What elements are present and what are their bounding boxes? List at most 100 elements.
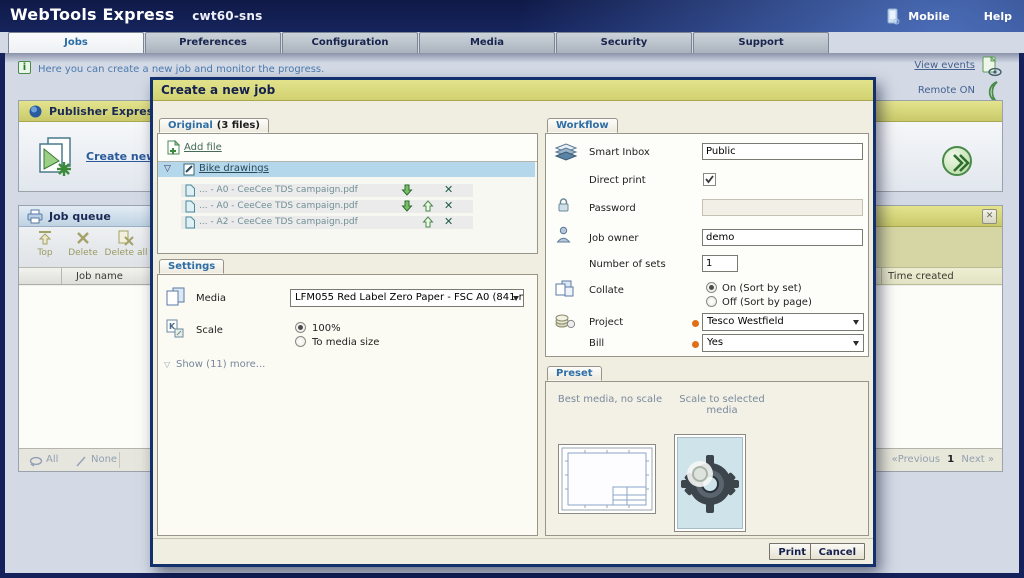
delete-button[interactable]: Delete	[65, 230, 101, 258]
top-icon	[36, 230, 54, 246]
drawings-icon	[183, 163, 196, 176]
collate-label: Collate	[589, 285, 624, 296]
move-down-icon[interactable]	[401, 200, 413, 212]
delete-all-icon	[117, 230, 135, 246]
move-up-icon[interactable]	[422, 216, 434, 228]
file-list: ▽ Bike drawings ... - A0 - CeeCee TDS ca…	[158, 161, 537, 253]
password-label: Password	[589, 203, 636, 214]
tab-jobs[interactable]: Jobs	[8, 32, 144, 53]
delete-all-button[interactable]: Delete all	[103, 230, 149, 258]
tree-collapse-icon[interactable]: ▽	[164, 164, 171, 174]
lock-icon	[557, 198, 570, 213]
media-select[interactable]: LFM055 Red Label Zero Paper - FSC A0 (84…	[290, 289, 524, 307]
top-bar: WebTools Express cwt60-sns Mobile Help	[0, 0, 1024, 32]
preset-option1-label: Best media, no scale	[550, 394, 670, 405]
preset-best-media-thumbnail[interactable]	[558, 444, 656, 514]
app-brand: WebTools Express cwt60-sns	[10, 5, 262, 24]
select-none-link[interactable]: None	[91, 454, 117, 465]
app-title: WebTools Express	[10, 5, 174, 24]
remote-toggle-label[interactable]: Remote ON	[918, 85, 975, 96]
move-down-icon[interactable]	[401, 184, 413, 196]
publisher-panel-title: Publisher Express	[49, 105, 160, 118]
file-group-row[interactable]: ▽ Bike drawings	[158, 162, 535, 177]
file-group-link[interactable]: Bike drawings	[199, 163, 269, 174]
page: WebTools Express cwt60-sns Mobile Help J…	[0, 0, 1024, 578]
scale-100-radio[interactable]	[295, 322, 306, 333]
file-row[interactable]: ... - A2 - CeeCee TDS campaign.pdf ✕	[181, 216, 473, 229]
user-icon	[556, 226, 571, 243]
file-name: ... - A0 - CeeCee TDS campaign.pdf	[199, 201, 358, 211]
scale-label: Scale	[196, 325, 223, 336]
dialog-body: Original(3 files) Add file ▽ Bike drawin…	[153, 101, 873, 538]
job-queue-title: Job queue	[49, 210, 111, 223]
media-label: Media	[196, 293, 226, 304]
scale-fit-label: To media size	[312, 337, 379, 348]
preset-section-tab: Preset	[547, 366, 602, 381]
tab-configuration[interactable]: Configuration	[282, 32, 418, 53]
remove-file-icon[interactable]: ✕	[444, 183, 453, 196]
forward-icon[interactable]	[942, 146, 972, 176]
tab-preferences[interactable]: Preferences	[145, 32, 281, 53]
next-page-link[interactable]: Next »	[961, 454, 994, 465]
original-section: Add file ▽ Bike drawings ... - A0 - Ce	[157, 133, 538, 254]
project-label: Project	[589, 317, 623, 328]
remove-file-icon[interactable]: ✕	[444, 199, 453, 212]
dropdown-arrow-icon	[853, 341, 859, 346]
tab-media[interactable]: Media	[419, 32, 555, 53]
time-created-column: Time created	[888, 271, 954, 282]
help-link[interactable]: Help	[984, 10, 1012, 23]
mobile-icon[interactable]	[886, 8, 900, 25]
project-select[interactable]: Tesco Westfield	[702, 313, 864, 331]
smart-inbox-input[interactable]	[702, 143, 863, 160]
sphere-icon	[29, 105, 42, 118]
preset-option2-label: Scale to selected media	[674, 394, 770, 416]
number-of-sets-input[interactable]	[702, 255, 738, 272]
dialog-title: Create a new job	[153, 80, 873, 101]
current-page[interactable]: 1	[947, 454, 954, 465]
tab-support[interactable]: Support	[693, 32, 829, 53]
show-more-link[interactable]: Show (11) more...	[176, 359, 265, 370]
remove-file-icon[interactable]: ✕	[444, 215, 453, 228]
delete-icon	[76, 230, 90, 246]
job-owner-input[interactable]	[702, 229, 863, 246]
mobile-link[interactable]: Mobile	[908, 10, 949, 23]
workflow-section-tab: Workflow	[547, 118, 618, 133]
view-events-link[interactable]: View events	[914, 60, 975, 71]
add-file-icon[interactable]	[166, 140, 180, 155]
scale-fit-radio[interactable]	[295, 336, 306, 347]
previous-page-link[interactable]: «Previous	[892, 454, 940, 465]
main-tabs: Jobs Preferences Configuration Media Sec…	[8, 32, 830, 53]
select-all-icon[interactable]	[29, 456, 43, 467]
file-row[interactable]: ... - A0 - CeeCee TDS campaign.pdf ✕	[181, 184, 473, 197]
select-none-icon[interactable]	[75, 456, 87, 467]
cancel-button[interactable]: Cancel	[810, 543, 865, 560]
collate-off-label: Off (Sort by page)	[722, 297, 812, 308]
show-more-arrow-icon[interactable]: ▽	[164, 360, 170, 369]
print-button[interactable]: Print	[769, 543, 815, 560]
view-events-icon[interactable]	[981, 56, 1003, 77]
move-up-icon[interactable]	[422, 200, 434, 212]
close-panel-button[interactable]: ✕	[982, 209, 997, 224]
password-input[interactable]	[702, 199, 863, 216]
smart-inbox-icon	[554, 142, 578, 162]
file-row[interactable]: ... - A0 - CeeCee TDS campaign.pdf ✕	[181, 200, 473, 213]
project-icon	[554, 312, 576, 329]
collate-on-radio[interactable]	[706, 282, 717, 293]
file-count: (3 files)	[217, 120, 260, 131]
number-of-sets-label: Number of sets	[589, 259, 666, 270]
direct-print-checkbox[interactable]	[703, 173, 716, 186]
pagination: «Previous 1 Next »	[892, 454, 994, 465]
select-all-link[interactable]: All	[46, 454, 58, 465]
device-name: cwt60-sns	[192, 9, 262, 23]
add-file-link[interactable]: Add file	[184, 142, 222, 153]
preset-scale-to-media-thumbnail[interactable]	[674, 434, 746, 532]
settings-section: Media LFM055 Red Label Zero Paper - FSC …	[157, 274, 538, 536]
create-job-icon[interactable]	[37, 136, 73, 178]
file-icon	[185, 200, 196, 213]
top-button[interactable]: Top	[31, 230, 59, 258]
scale-icon: K	[166, 319, 184, 338]
bill-select[interactable]: Yes	[702, 334, 864, 352]
collate-off-radio[interactable]	[706, 296, 717, 307]
tab-security[interactable]: Security	[556, 32, 692, 53]
collate-icon	[554, 280, 575, 298]
